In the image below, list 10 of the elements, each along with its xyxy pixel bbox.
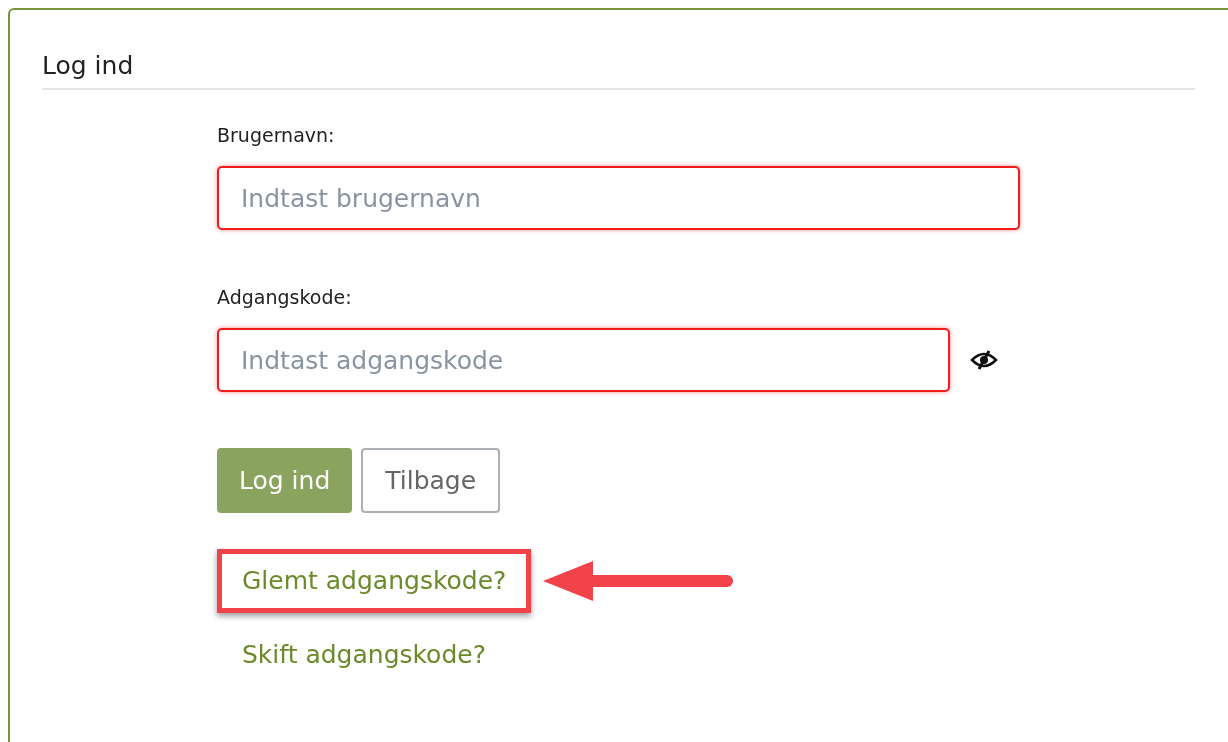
panel-title: Log ind — [42, 50, 135, 82]
back-button[interactable]: Tilbage — [361, 448, 501, 513]
field-label: Adgangskode: — [217, 285, 353, 310]
eye-slash-icon[interactable] — [970, 349, 998, 371]
link[interactable]: Skift adgangskode? — [217, 622, 511, 686]
link[interactable]: Glemt adgangskode? — [217, 549, 532, 613]
field-label: Brugernavn: — [217, 123, 336, 148]
input-field[interactable]: Indtast adgangskode — [217, 328, 950, 392]
input-field[interactable]: Indtast brugernavn — [217, 166, 1020, 230]
login-button[interactable]: Log ind — [217, 448, 353, 513]
